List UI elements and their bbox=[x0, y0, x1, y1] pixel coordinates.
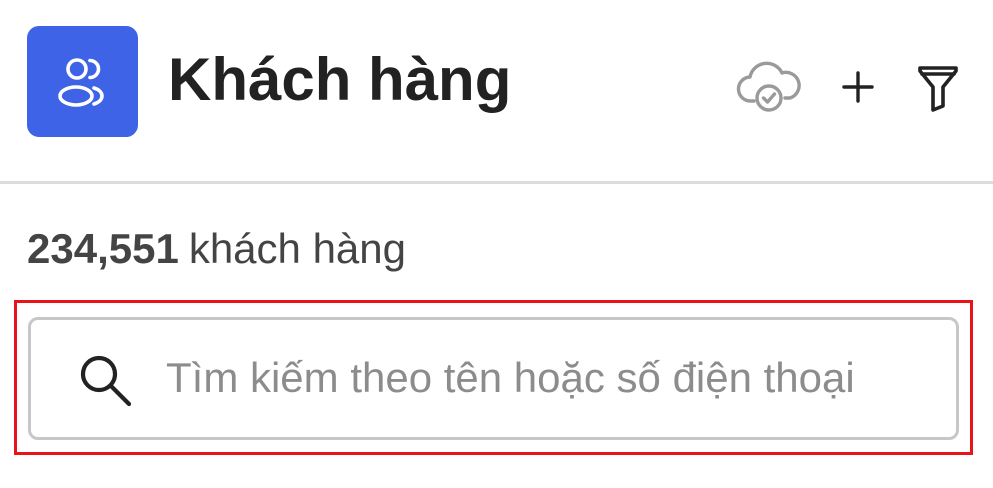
customer-count-number: 234,551 bbox=[27, 225, 179, 272]
page-title: Khách hàng bbox=[168, 46, 512, 113]
users-icon bbox=[27, 26, 138, 137]
search-input[interactable] bbox=[166, 340, 936, 416]
plus-icon bbox=[842, 71, 874, 103]
filter-button[interactable] bbox=[910, 58, 966, 118]
customer-count: 234,551 khách hàng bbox=[27, 222, 406, 276]
customer-count-label: khách hàng bbox=[188, 225, 407, 272]
search-icon bbox=[80, 355, 132, 407]
search-box[interactable] bbox=[28, 317, 959, 440]
filter-icon bbox=[918, 66, 958, 112]
cloud-check-icon bbox=[736, 61, 801, 112]
page-header: Khách hàng bbox=[0, 0, 993, 182]
add-button[interactable] bbox=[832, 58, 884, 116]
sync-button[interactable] bbox=[733, 50, 805, 122]
header-divider bbox=[0, 181, 993, 184]
